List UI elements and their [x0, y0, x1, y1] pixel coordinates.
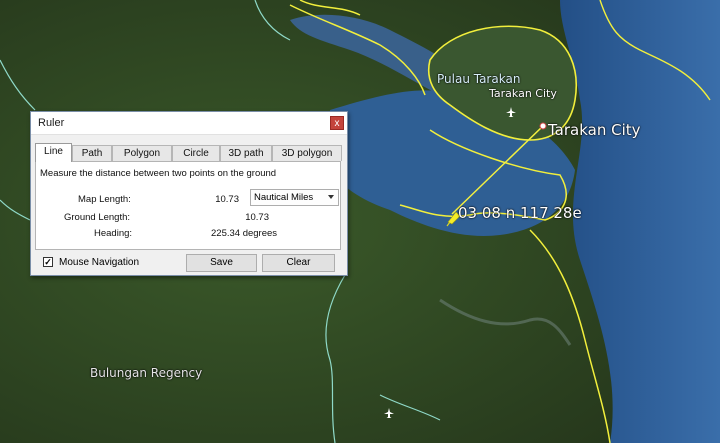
- heading-label: Heading:: [94, 228, 133, 239]
- dialog-title: Ruler: [38, 117, 65, 129]
- tab-line[interactable]: Line: [35, 143, 72, 162]
- tab-3d-polygon[interactable]: 3D polygon: [272, 145, 342, 161]
- tab-3d-path[interactable]: 3D path: [220, 145, 272, 161]
- tab-path[interactable]: Path: [72, 145, 112, 161]
- clear-button[interactable]: Clear: [262, 254, 335, 272]
- map-label-pulau-tarakan: Pulau Tarakan: [437, 72, 521, 86]
- map-label-tarakan-town: Tarakan City: [489, 87, 557, 100]
- chevron-down-icon: [328, 195, 334, 199]
- mouse-navigation-checkbox[interactable]: ✓: [43, 257, 53, 267]
- unit-select[interactable]: Nautical Miles: [250, 189, 339, 206]
- map-length-label: Map Length:: [78, 194, 131, 205]
- ground-length-label: Ground Length:: [64, 212, 131, 223]
- city-marker-icon[interactable]: [539, 122, 547, 130]
- line-panel: Measure the distance between two points …: [35, 161, 341, 250]
- description-text: Measure the distance between two points …: [40, 168, 277, 179]
- heading-value: 225.34 degrees: [211, 228, 278, 239]
- save-button[interactable]: Save: [186, 254, 257, 272]
- close-button[interactable]: x: [330, 116, 344, 130]
- mouse-navigation-label[interactable]: Mouse Navigation: [59, 257, 139, 268]
- map-length-value: 10.73: [215, 194, 239, 205]
- map-label-tarakan-city: Tarakan City: [548, 121, 641, 139]
- dialog-titlebar[interactable]: Ruler x: [31, 112, 347, 135]
- ground-length-value: 10.73: [245, 212, 269, 223]
- tab-circle[interactable]: Circle: [172, 145, 220, 161]
- map-label-bulungan-regency: Bulungan Regency: [90, 366, 203, 380]
- placemark-coordinates-label: 03 08 n 117 28e: [458, 204, 582, 222]
- unit-select-value: Nautical Miles: [254, 192, 314, 203]
- tab-polygon[interactable]: Polygon: [112, 145, 172, 161]
- ruler-dialog: Ruler x Line Path Polygon Circle 3D path…: [30, 111, 348, 276]
